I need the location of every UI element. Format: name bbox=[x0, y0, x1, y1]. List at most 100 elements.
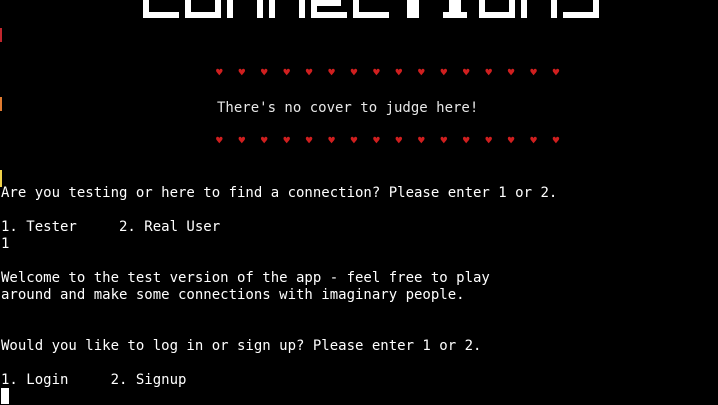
title-pixel bbox=[209, 12, 215, 18]
title-pixel bbox=[449, 6, 455, 12]
title-pixel bbox=[353, 12, 359, 18]
title-pixel bbox=[587, 12, 593, 18]
title-pixel bbox=[365, 12, 371, 18]
title-pixel bbox=[311, 6, 317, 12]
title-pixel bbox=[353, 6, 359, 12]
title-pixel bbox=[191, 12, 197, 18]
title-pixel bbox=[371, 12, 377, 18]
title-pixel bbox=[299, 0, 305, 6]
title-pixel bbox=[185, 6, 191, 12]
terminal-window[interactable]: ♥ ♥ ♥ ♥ ♥ ♥ ♥ ♥ ♥ ♥ ♥ ♥ ♥ ♥ ♥ ♥ There's … bbox=[0, 0, 718, 405]
welcome-message-line-2: around and make some connections with im… bbox=[1, 287, 465, 303]
terminal-input-cursor[interactable] bbox=[1, 388, 9, 404]
title-pixel bbox=[485, 12, 491, 18]
title-pixel bbox=[575, 12, 581, 18]
title-pixel bbox=[359, 12, 365, 18]
title-pixel bbox=[581, 12, 587, 18]
title-pixel bbox=[551, 12, 557, 18]
title-pixel bbox=[461, 12, 467, 18]
title-pixel bbox=[323, 12, 329, 18]
title-pixel bbox=[509, 12, 515, 18]
title-pixel bbox=[497, 12, 503, 18]
title-pixel bbox=[203, 12, 209, 18]
title-pixel bbox=[479, 0, 485, 6]
title-pixel bbox=[449, 12, 455, 18]
title-pixel bbox=[317, 12, 323, 18]
edge-mark-red bbox=[0, 28, 2, 42]
title-pixel bbox=[335, 0, 341, 6]
title-pixel bbox=[215, 12, 221, 18]
title-pixel bbox=[353, 0, 359, 6]
login-signup-options: 1. Login 2. Signup bbox=[1, 372, 187, 388]
title-pixel bbox=[479, 6, 485, 12]
title-pixel bbox=[299, 6, 305, 12]
title-pixel bbox=[551, 0, 557, 6]
title-pixel bbox=[215, 6, 221, 12]
title-pixel bbox=[227, 12, 233, 18]
title-pixel bbox=[593, 0, 599, 6]
title-pixel bbox=[257, 6, 263, 12]
title-pixel bbox=[383, 12, 389, 18]
user-type-options: 1. Tester 2. Real User bbox=[1, 219, 221, 235]
title-pixel bbox=[551, 6, 557, 12]
title-pixel bbox=[521, 12, 527, 18]
user-type-answer: 1 bbox=[1, 236, 10, 252]
prompt-login-signup: Would you like to log in or sign up? Ple… bbox=[1, 338, 482, 354]
title-pixel bbox=[407, 0, 413, 6]
title-pixel bbox=[167, 12, 173, 18]
title-pixel bbox=[215, 0, 221, 6]
title-pixel bbox=[521, 0, 527, 6]
title-pixel bbox=[143, 0, 149, 6]
title-pixel bbox=[413, 12, 419, 18]
title-pixel bbox=[269, 6, 275, 12]
title-pixel bbox=[449, 0, 455, 6]
title-pixel bbox=[509, 0, 515, 6]
title-pixel bbox=[155, 12, 161, 18]
prompt-user-type: Are you testing or here to find a connec… bbox=[1, 185, 558, 201]
title-pixel bbox=[329, 0, 335, 6]
title-pixel bbox=[317, 0, 323, 6]
welcome-message-line-1: Welcome to the test version of the app -… bbox=[1, 270, 490, 286]
title-pixel bbox=[143, 6, 149, 12]
title-pixel bbox=[185, 12, 191, 18]
title-pixel bbox=[335, 12, 341, 18]
title-pixel bbox=[173, 12, 179, 18]
tagline: There's no cover to judge here! bbox=[217, 100, 479, 116]
title-pixel bbox=[149, 12, 155, 18]
hearts-divider-top: ♥ ♥ ♥ ♥ ♥ ♥ ♥ ♥ ♥ ♥ ♥ ♥ ♥ ♥ ♥ ♥ bbox=[216, 66, 564, 79]
title-pixel bbox=[479, 12, 485, 18]
app-title-banner bbox=[143, 0, 603, 24]
title-pixel bbox=[323, 0, 329, 6]
title-pixel bbox=[491, 12, 497, 18]
edge-mark-orange bbox=[0, 97, 2, 111]
title-pixel bbox=[503, 12, 509, 18]
title-pixel bbox=[185, 0, 191, 6]
title-pixel bbox=[455, 6, 461, 12]
title-pixel bbox=[269, 0, 275, 6]
title-pixel bbox=[227, 6, 233, 12]
hearts-divider-bottom: ♥ ♥ ♥ ♥ ♥ ♥ ♥ ♥ ♥ ♥ ♥ ♥ ♥ ♥ ♥ ♥ bbox=[216, 134, 564, 147]
title-pixel bbox=[161, 12, 167, 18]
title-pixel bbox=[257, 0, 263, 6]
title-pixel bbox=[269, 12, 275, 18]
title-pixel bbox=[563, 12, 569, 18]
title-pixel bbox=[299, 12, 305, 18]
title-pixel bbox=[311, 12, 317, 18]
title-pixel bbox=[455, 12, 461, 18]
title-pixel bbox=[329, 12, 335, 18]
title-pixel bbox=[593, 12, 599, 18]
title-pixel bbox=[413, 0, 419, 6]
title-pixel bbox=[455, 0, 461, 6]
title-pixel bbox=[377, 12, 383, 18]
title-pixel bbox=[443, 12, 449, 18]
title-pixel bbox=[341, 12, 347, 18]
title-pixel bbox=[593, 6, 599, 12]
title-pixel bbox=[227, 0, 233, 6]
title-pixel bbox=[197, 12, 203, 18]
title-pixel bbox=[311, 0, 317, 6]
title-pixel bbox=[257, 12, 263, 18]
title-pixel bbox=[509, 6, 515, 12]
app-title-pixel-art bbox=[143, 0, 599, 18]
title-pixel bbox=[413, 6, 419, 12]
title-pixel bbox=[407, 12, 413, 18]
